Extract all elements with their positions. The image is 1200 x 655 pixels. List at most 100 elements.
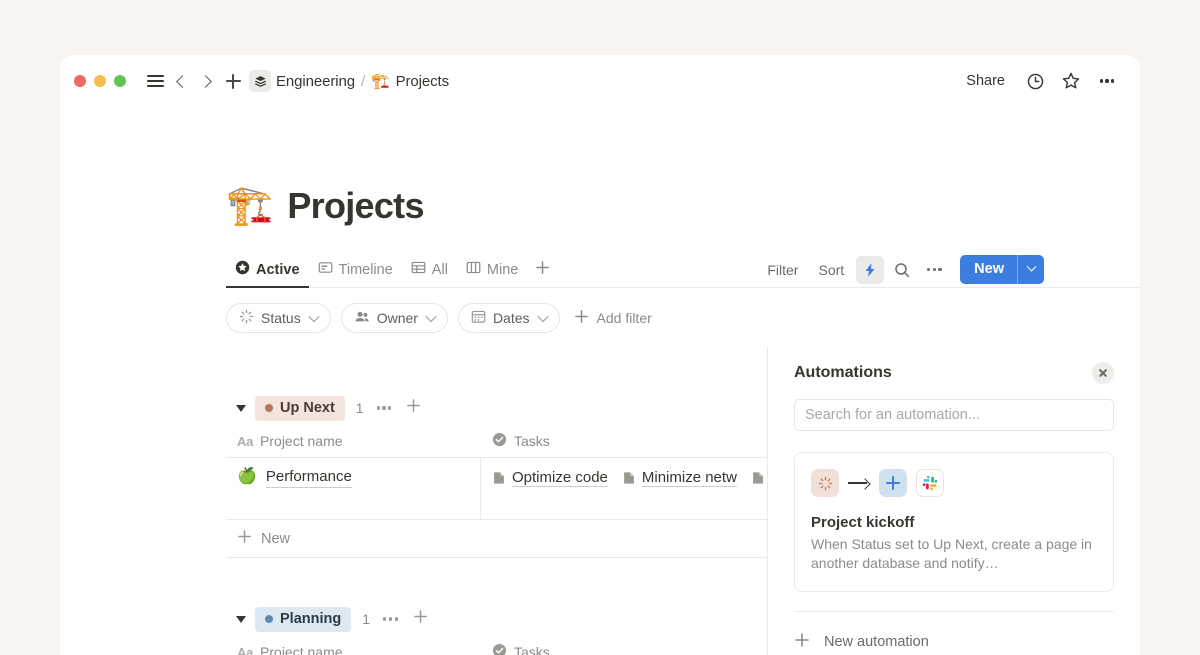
page-icon [751, 471, 765, 485]
column-header-label: Tasks [514, 433, 550, 449]
table-header-row: Aa Project name Tasks [226, 636, 767, 655]
breadcrumb-page[interactable]: Projects [396, 73, 449, 90]
arrow-right-icon [848, 478, 870, 488]
chevron-down-icon [537, 311, 548, 322]
group-count: 1 [362, 611, 370, 627]
status-dot-icon [265, 615, 273, 623]
more-horizontal-icon[interactable] [377, 406, 392, 409]
filter-chip-dates[interactable]: Dates [458, 303, 560, 333]
automation-flow-icons [811, 469, 1097, 497]
chevron-down-icon[interactable] [1018, 255, 1044, 284]
chevron-down-icon [425, 311, 436, 322]
automation-name: Project kickoff [811, 514, 1097, 531]
row-title[interactable]: Performance [266, 467, 352, 488]
breadcrumb-workspace[interactable]: Engineering [276, 73, 355, 90]
add-row-icon[interactable] [406, 398, 421, 418]
automations-panel-header: Automations [794, 347, 1114, 399]
group-name: Planning [280, 611, 341, 627]
tab-active[interactable]: Active [226, 260, 309, 288]
chevron-right-icon[interactable] [194, 68, 220, 94]
filter-chip-dates-label: Dates [493, 310, 530, 326]
lightning-bolt-icon[interactable] [856, 256, 884, 284]
automation-card[interactable]: Project kickoff When Status set to Up Ne… [794, 452, 1114, 592]
filter-chip-status[interactable]: Status [226, 303, 331, 333]
chevron-down-icon [308, 311, 319, 322]
new-automation-button[interactable]: New automation [794, 626, 1114, 655]
checkmark-circle-icon [492, 643, 507, 655]
group-status-pill[interactable]: Planning [255, 607, 351, 632]
view-bar: Active Timeline [226, 251, 1092, 288]
clock-icon[interactable] [1020, 66, 1050, 96]
app-window: Engineering / 🏗️ Projects Share [60, 55, 1140, 655]
add-filter-button[interactable]: Add filter [574, 309, 652, 327]
status-spinner-icon [239, 309, 254, 327]
automation-search-input[interactable]: Search for an automation... [794, 399, 1114, 431]
plus-icon [794, 632, 810, 652]
group-status-pill[interactable]: Up Next [255, 396, 345, 421]
plus-icon [535, 260, 550, 279]
timeline-icon [318, 260, 333, 279]
task-label: Optimize code [512, 469, 608, 487]
task-chip[interactable]: Minimize netw [622, 469, 737, 487]
table-icon [411, 260, 426, 279]
view-tabs: Active Timeline [226, 260, 558, 288]
group-name: Up Next [280, 400, 335, 416]
people-icon [354, 309, 370, 328]
collapse-triangle-icon[interactable] [236, 616, 246, 623]
title-bar-actions: Share [957, 55, 1122, 107]
column-header-tasks[interactable]: Tasks [481, 643, 767, 655]
chevron-left-icon[interactable] [168, 68, 194, 94]
column-header-project-name[interactable]: Aa Project name [226, 433, 481, 449]
star-icon[interactable] [1056, 66, 1086, 96]
plus-icon [574, 309, 589, 327]
search-icon[interactable] [888, 256, 916, 284]
database-table: Up Next 1 Aa Project name [60, 391, 767, 655]
tab-all[interactable]: All [402, 260, 457, 288]
tab-mine[interactable]: Mine [457, 260, 527, 288]
page-icon [492, 471, 506, 485]
zoom-window-button[interactable] [114, 75, 126, 87]
close-icon[interactable] [1092, 362, 1114, 384]
status-dot-icon [265, 404, 273, 412]
minimize-window-button[interactable] [94, 75, 106, 87]
page-emoji[interactable]: 🏗️ [226, 187, 273, 225]
automation-description: When Status set to Up Next, create a pag… [811, 535, 1096, 573]
add-row-icon[interactable] [413, 609, 428, 629]
page-title-text[interactable]: Projects [287, 185, 423, 227]
more-horizontal-icon[interactable] [920, 256, 948, 284]
table-row[interactable]: 🍏 Performance Optimize code Minimize net… [226, 458, 767, 520]
tab-timeline[interactable]: Timeline [309, 260, 402, 288]
hamburger-icon[interactable] [142, 68, 168, 94]
task-chip[interactable]: Optimize code [492, 469, 608, 487]
more-horizontal-icon[interactable] [1092, 66, 1122, 96]
new-button[interactable]: New [960, 255, 1044, 284]
column-header-tasks[interactable]: Tasks [481, 432, 767, 450]
breadcrumb: Engineering / 🏗️ Projects [246, 70, 449, 92]
column-header-project-name[interactable]: Aa Project name [226, 644, 481, 655]
filter-chip-owner-label: Owner [377, 310, 418, 326]
new-row-button[interactable]: New [226, 520, 767, 558]
filter-button[interactable]: Filter [759, 257, 806, 283]
status-spinner-icon [811, 469, 839, 497]
task-chip[interactable]: Memory leaks [751, 469, 767, 487]
table-group-up-next: Aa Project name Tasks [226, 425, 767, 520]
calendar-icon [471, 309, 486, 327]
text-type-icon: Aa [237, 434, 253, 449]
layers-icon[interactable] [249, 70, 271, 92]
collapse-triangle-icon[interactable] [236, 405, 246, 412]
tab-all-label: All [432, 262, 448, 278]
close-window-button[interactable] [74, 75, 86, 87]
title-bar: Engineering / 🏗️ Projects Share [60, 55, 1140, 107]
new-button-label: New [960, 255, 1017, 284]
plus-icon[interactable] [220, 68, 246, 94]
sort-button[interactable]: Sort [810, 257, 852, 283]
add-view-button[interactable] [527, 260, 558, 288]
more-horizontal-icon[interactable] [383, 617, 398, 620]
cell-tasks[interactable]: Optimize code Minimize netw Memory leaks [481, 458, 767, 519]
filter-chip-owner[interactable]: Owner [341, 303, 448, 333]
checkmark-circle-icon [492, 432, 507, 450]
new-automation-label: New automation [824, 634, 929, 650]
filter-chip-status-label: Status [261, 310, 301, 326]
share-button[interactable]: Share [957, 68, 1014, 94]
cell-project-name[interactable]: 🍏 Performance [226, 458, 481, 519]
